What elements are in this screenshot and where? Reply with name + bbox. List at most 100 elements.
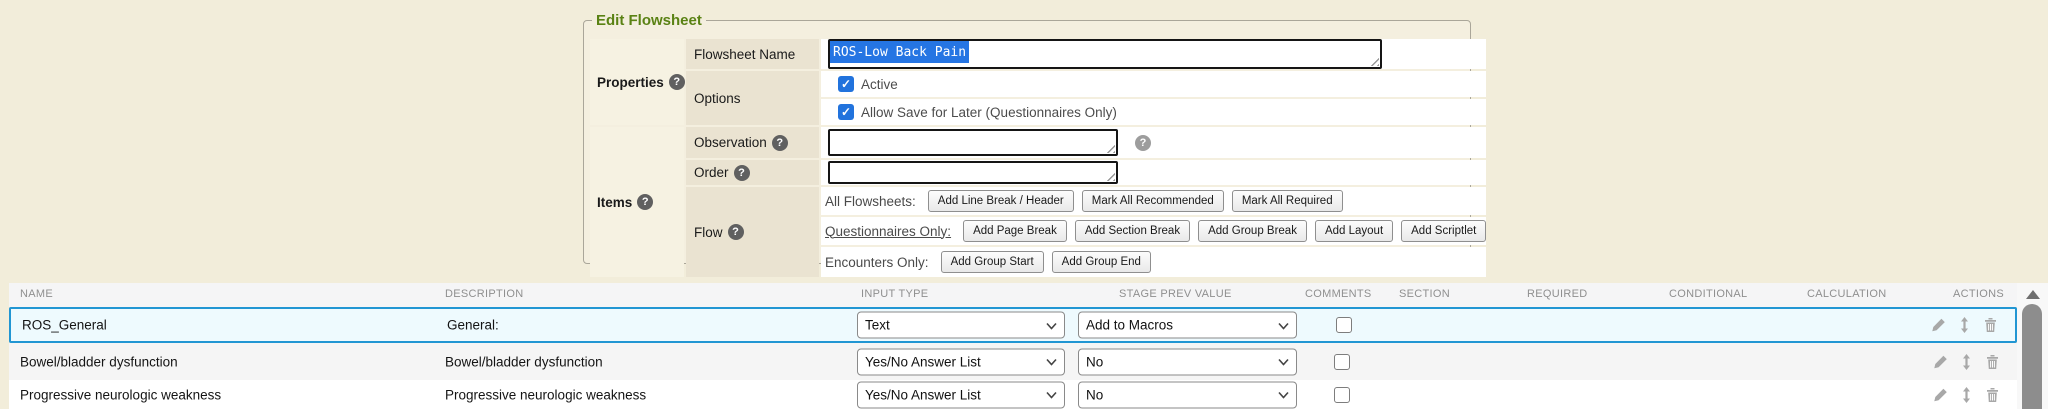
comments-checkbox[interactable]	[1336, 317, 1352, 333]
mark-all-recommended-button[interactable]: Mark All Recommended	[1082, 190, 1224, 212]
help-icon[interactable]: ?	[728, 224, 744, 240]
stage-prev-value-select[interactable]: No	[1078, 348, 1297, 375]
add-line-break-header-button[interactable]: Add Line Break / Header	[928, 190, 1074, 212]
item-name: Bowel/bladder dysfunction	[20, 354, 178, 369]
add-group-end-button[interactable]: Add Group End	[1052, 251, 1151, 273]
help-icon[interactable]: ?	[734, 165, 750, 181]
delete-trash-icon[interactable]	[1984, 386, 2001, 403]
row-actions	[1930, 317, 1999, 334]
delete-trash-icon[interactable]	[1984, 353, 2001, 370]
mark-all-required-button[interactable]: Mark All Required	[1232, 190, 1343, 212]
questionnaires-only-label: Questionnaires Only:	[825, 224, 951, 239]
edit-pencil-icon[interactable]	[1932, 353, 1949, 370]
comments-checkbox[interactable]	[1334, 387, 1350, 403]
item-description: Progressive neurologic weakness	[445, 387, 646, 402]
edit-flowsheet-form: Properties ? Items ? Flowsheet Name Opti…	[590, 39, 1464, 277]
observation-row: ?	[821, 127, 1486, 158]
flow-label: Flow ?	[686, 187, 819, 277]
item-name: Progressive neurologic weakness	[20, 387, 221, 402]
input-type-select[interactable]: Yes/No Answer List	[857, 381, 1065, 408]
table-row[interactable]: ROS_General General: Text Add to Macros	[9, 307, 2017, 343]
flowsheet-name-row: ROS-Low Back Pain	[821, 39, 1486, 69]
options-label: Options	[686, 71, 819, 125]
all-flowsheets-label: All Flowsheets:	[825, 194, 916, 209]
chevron-down-icon	[1278, 322, 1289, 329]
column-header-actions: ACTIONS	[1953, 288, 2004, 300]
flow-encounters-row: Encounters Only: Add Group Start Add Gro…	[821, 247, 1486, 277]
observation-input[interactable]	[828, 129, 1118, 156]
scrollbar-thumb[interactable]	[2022, 304, 2042, 409]
row-actions	[1932, 386, 2001, 403]
flowsheet-name-value: ROS-Low Back Pain	[830, 41, 969, 63]
column-header-conditional: CONDITIONAL	[1669, 288, 1747, 300]
stage-prev-value-select[interactable]: No	[1078, 381, 1297, 408]
column-header-required: REQUIRED	[1527, 288, 1587, 300]
active-checkbox[interactable]: ✓	[838, 76, 854, 92]
page: Edit Flowsheet Properties ? Items ? Flow…	[0, 0, 2048, 409]
comments-checkbox[interactable]	[1334, 354, 1350, 370]
resize-handle-icon[interactable]	[1370, 57, 1379, 66]
items-group-label: Items ?	[590, 127, 684, 277]
scroll-up-arrow-icon[interactable]	[2026, 290, 2040, 299]
item-description: Bowel/bladder dysfunction	[445, 354, 603, 369]
column-header-section: SECTION	[1399, 288, 1450, 300]
table-row[interactable]: Progressive neurologic weakness Progress…	[9, 380, 2017, 409]
encounters-only-label: Encounters Only:	[825, 255, 929, 270]
panel-title: Edit Flowsheet	[592, 12, 706, 29]
column-header-stage-prev-value: STAGE PREV VALUE	[1119, 288, 1232, 300]
active-checkbox-label: Active	[861, 77, 898, 92]
add-layout-button[interactable]: Add Layout	[1315, 220, 1393, 242]
edit-pencil-icon[interactable]	[1930, 317, 1947, 334]
allow-save-later-checkbox[interactable]: ✓	[838, 104, 854, 120]
delete-trash-icon[interactable]	[1982, 317, 1999, 334]
chevron-down-icon	[1046, 322, 1057, 329]
chevron-down-icon	[1278, 392, 1289, 399]
stage-prev-value-select[interactable]: Add to Macros	[1078, 312, 1297, 339]
option-active-row: ✓ Active	[821, 71, 1486, 97]
help-icon[interactable]: ?	[1135, 135, 1151, 151]
help-icon[interactable]: ?	[637, 194, 653, 210]
order-input[interactable]	[828, 161, 1118, 184]
table-header-row: NAME DESCRIPTION INPUT TYPE STAGE PREV V…	[9, 283, 2017, 307]
observation-label: Observation ?	[686, 127, 819, 158]
chevron-down-icon	[1278, 359, 1289, 366]
allow-save-later-checkbox-label: Allow Save for Later (Questionnaires Onl…	[861, 105, 1117, 120]
properties-group-label: Properties ?	[590, 39, 684, 125]
reorder-updown-icon[interactable]	[1958, 353, 1975, 370]
column-header-calculation: CALCULATION	[1807, 288, 1887, 300]
help-icon[interactable]: ?	[772, 135, 788, 151]
flowsheet-name-input[interactable]: ROS-Low Back Pain	[828, 39, 1382, 69]
item-description: General:	[447, 318, 499, 333]
column-header-input-type: INPUT TYPE	[861, 288, 928, 300]
chevron-down-icon	[1046, 392, 1057, 399]
flowsheet-name-label: Flowsheet Name	[686, 39, 819, 69]
chevron-down-icon	[1046, 359, 1057, 366]
add-section-break-button[interactable]: Add Section Break	[1075, 220, 1190, 242]
table-row[interactable]: Bowel/bladder dysfunction Bowel/bladder …	[9, 343, 2017, 380]
add-group-start-button[interactable]: Add Group Start	[941, 251, 1044, 273]
vertical-scrollbar[interactable]	[2017, 283, 2048, 409]
items-table: NAME DESCRIPTION INPUT TYPE STAGE PREV V…	[9, 283, 2017, 409]
add-scriptlet-button[interactable]: Add Scriptlet	[1401, 220, 1486, 242]
help-icon[interactable]: ?	[669, 74, 685, 90]
input-type-select[interactable]: Text	[857, 312, 1065, 339]
edit-flowsheet-panel: Edit Flowsheet Properties ? Items ? Flow…	[583, 12, 1471, 264]
column-header-description: DESCRIPTION	[445, 288, 523, 300]
reorder-updown-icon[interactable]	[1958, 386, 1975, 403]
order-row	[821, 160, 1486, 185]
edit-pencil-icon[interactable]	[1932, 386, 1949, 403]
resize-handle-icon[interactable]	[1106, 144, 1115, 153]
add-group-break-button[interactable]: Add Group Break	[1198, 220, 1307, 242]
add-page-break-button[interactable]: Add Page Break	[963, 220, 1067, 242]
resize-handle-icon[interactable]	[1106, 172, 1115, 181]
column-header-name: NAME	[20, 288, 53, 300]
item-name: ROS_General	[22, 318, 107, 333]
flow-all-flowsheets-row: All Flowsheets: Add Line Break / Header …	[821, 187, 1486, 215]
reorder-updown-icon[interactable]	[1956, 317, 1973, 334]
row-actions	[1932, 353, 2001, 370]
flow-questionnaires-row: Questionnaires Only: Add Page Break Add …	[821, 217, 1486, 245]
column-header-comments: COMMENTS	[1305, 288, 1372, 300]
order-label: Order ?	[686, 160, 819, 185]
input-type-select[interactable]: Yes/No Answer List	[857, 348, 1065, 375]
option-save-later-row: ✓ Allow Save for Later (Questionnaires O…	[821, 99, 1486, 125]
